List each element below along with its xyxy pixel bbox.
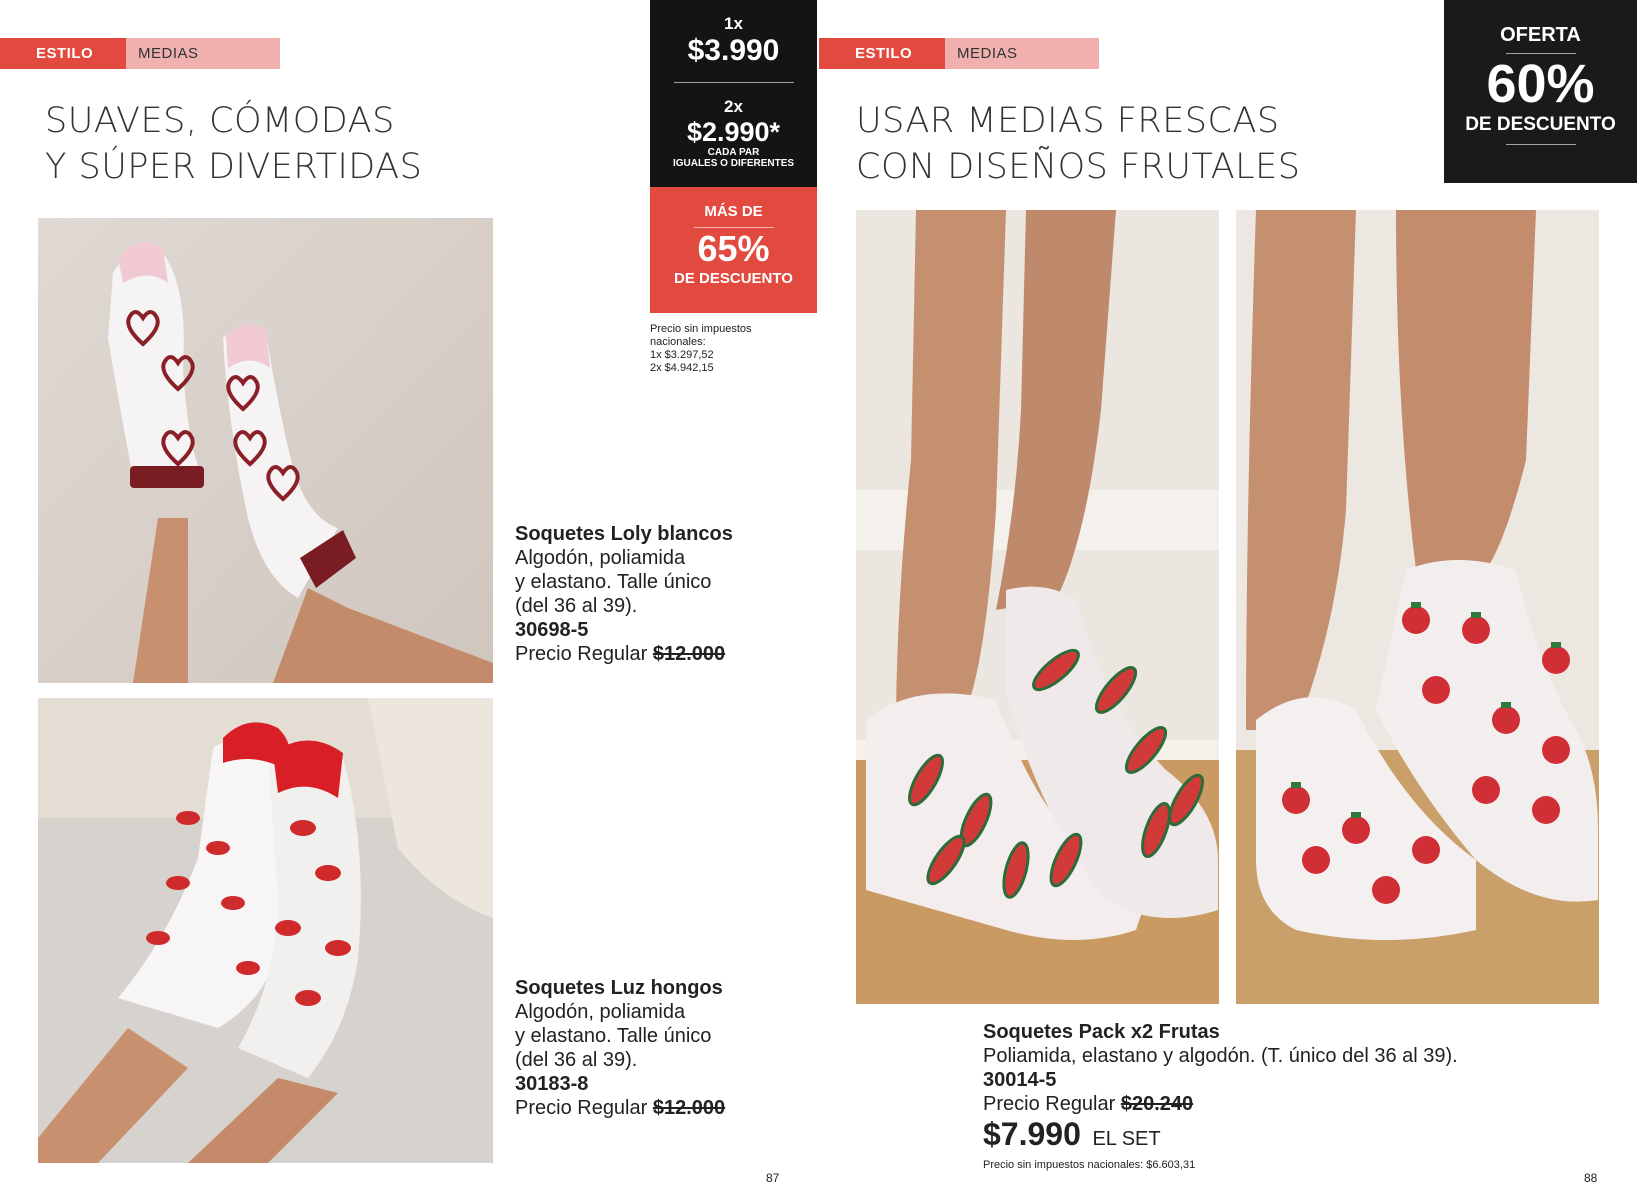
sale-price-unit: EL SET: [1092, 1128, 1161, 1150]
product-desc-line: (del 36 al 39).: [515, 1049, 638, 1071]
price-two-qty: 2x: [724, 97, 743, 116]
regular-price-row: Precio Regular $20.240: [983, 1092, 1583, 1116]
tax-note-right: Precio sin impuestos nacionales: $6.603,…: [983, 1159, 1196, 1171]
price-two-note-2: IGUALES O DIFERENTES: [672, 158, 795, 169]
page-number-left: 87: [766, 1171, 780, 1185]
tax-note: Precio sin impuestos nacionales: 1x $3.2…: [650, 313, 817, 375]
discount-prefix: MÁS DE: [704, 203, 763, 220]
price-one-qty: 1x: [724, 14, 743, 33]
page-number-right: 88: [1584, 1171, 1598, 1185]
price-box-discount: MÁS DE 65% DE DESCUENTO: [650, 187, 817, 313]
product-name: Soquetes Pack x2 Frutas: [983, 1021, 1220, 1043]
price-two-value: $2.990*: [686, 117, 781, 147]
product-desc: Poliamida, elastano y algodón. (T. único…: [983, 1045, 1458, 1067]
offer-suffix: DE DESCUENTO: [1465, 114, 1616, 135]
tax-note-line: 1x $3.297,52: [650, 349, 714, 361]
product-desc-line: y elastano. Talle único: [515, 571, 712, 593]
product-photo-loly-socks: [38, 218, 493, 683]
regular-price-value: $12.000: [652, 1097, 726, 1119]
product-info-luz: Soquetes Luz hongos Algodón, poliamida y…: [515, 976, 775, 1120]
product-info-frutas: Soquetes Pack x2 Frutas Poliamida, elast…: [983, 1020, 1583, 1172]
product-desc-line: Algodón, poliamida: [515, 547, 686, 569]
left-tag-category: MEDIAS: [126, 38, 280, 69]
right-tag-section: ESTILO: [819, 38, 945, 69]
regular-price-label: Precio Regular: [515, 643, 648, 665]
right-headline-line-1: USAR MEDIAS FRESCAS: [856, 101, 1280, 141]
left-headline-line-2: Y SÚPER DIVERTIDAS: [45, 147, 423, 187]
product-code: 30698-5: [515, 619, 589, 641]
price-box: 1x $3.990 2x $2.990* CADA PAR IGUALES O …: [650, 0, 817, 375]
product-photo-fruit-socks-2: [1236, 210, 1599, 1004]
regular-price-row: Precio Regular $12.000: [515, 642, 775, 666]
right-section-tag: ESTILO MEDIAS: [819, 38, 1099, 69]
tax-note-line: 2x $4.942,15: [650, 362, 714, 374]
product-code: 30014-5: [983, 1069, 1057, 1091]
product-desc-line: (del 36 al 39).: [515, 595, 638, 617]
product-photo-luz-socks: [38, 698, 493, 1163]
sale-price: $7.990: [983, 1116, 1081, 1152]
regular-price-label: Precio Regular: [983, 1093, 1116, 1115]
offer-label: OFERTA: [1500, 24, 1581, 46]
left-headline-line-1: SUAVES, CÓMODAS: [45, 101, 395, 141]
divider: [1505, 144, 1576, 145]
discount-value: 65%: [697, 228, 770, 269]
product-photo-fruit-socks-1: [856, 210, 1219, 1004]
right-headline: USAR MEDIAS FRESCAS CON DISEÑOS FRUTALES: [856, 98, 1300, 190]
product-desc-line: Algodón, poliamida: [515, 1001, 686, 1023]
price-one-value: $3.990: [687, 34, 780, 67]
price-box-dark: 1x $3.990 2x $2.990* CADA PAR IGUALES O …: [650, 0, 817, 187]
regular-price-value: $12.000: [652, 643, 726, 665]
tax-note-line: Precio sin impuestos: [650, 323, 752, 335]
regular-price-row: Precio Regular $12.000: [515, 1096, 775, 1120]
offer-value: 60%: [1486, 54, 1595, 114]
sale-price-row: $7.990 EL SET: [983, 1116, 1583, 1157]
offer-badge: OFERTA 60% DE DESCUENTO: [1444, 0, 1637, 183]
product-name: Soquetes Loly blancos: [515, 523, 733, 545]
product-code: 30183-8: [515, 1073, 589, 1095]
left-tag-section: ESTILO: [0, 38, 126, 69]
right-headline-line-2: CON DISEÑOS FRUTALES: [856, 147, 1301, 187]
left-section-tag: ESTILO MEDIAS: [0, 38, 280, 69]
regular-price-label: Precio Regular: [515, 1097, 648, 1119]
right-tag-category: MEDIAS: [945, 38, 1099, 69]
price-two-note-1: CADA PAR: [707, 147, 760, 158]
regular-price-value: $20.240: [1120, 1093, 1194, 1115]
divider: [673, 82, 794, 83]
left-headline: SUAVES, CÓMODAS Y SÚPER DIVERTIDAS: [45, 98, 422, 190]
discount-suffix: DE DESCUENTO: [674, 270, 793, 287]
product-name: Soquetes Luz hongos: [515, 977, 723, 999]
product-desc-line: y elastano. Talle único: [515, 1025, 712, 1047]
tax-note-line: nacionales:: [650, 336, 706, 348]
product-info-loly: Soquetes Loly blancos Algodón, poliamida…: [515, 522, 775, 666]
